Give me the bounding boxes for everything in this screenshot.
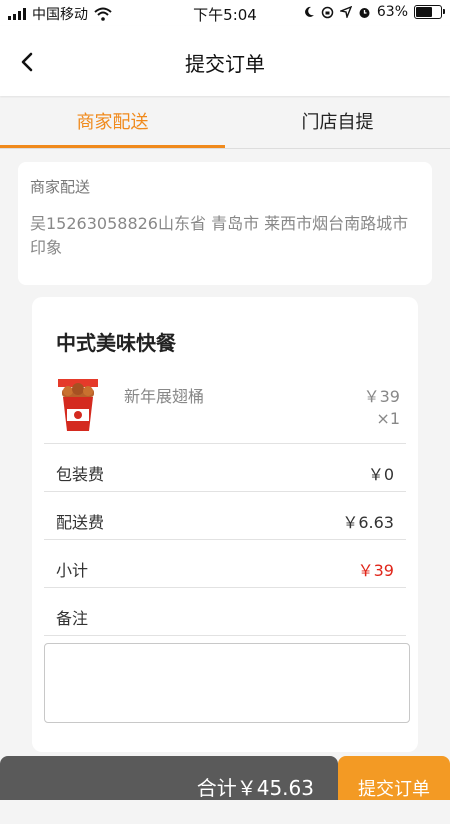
nav-header: 提交订单: [0, 26, 450, 96]
row-value: ￥0: [367, 465, 394, 484]
note-row: 备注: [44, 591, 406, 639]
divider: [44, 539, 406, 540]
page-title: 提交订单: [185, 52, 265, 76]
moon-icon: [304, 6, 314, 17]
product-quantity: ×1: [376, 409, 400, 428]
subtotal-value: ￥39: [357, 561, 394, 580]
product-item: 新年展翅桶 ￥39 ×1: [44, 367, 406, 439]
product-image: [58, 379, 98, 431]
order-card: 中式美味快餐 新年展翅桶 ￥39 ×1 包装费 ￥0 配送费 ￥6.63 小计 …: [32, 297, 418, 752]
note-input[interactable]: [44, 643, 410, 723]
delivery-mode-label: 商家配送: [30, 178, 91, 196]
tabs-divider: [0, 148, 450, 149]
submit-order-button[interactable]: 提交订单: [338, 756, 450, 800]
delivery-tabs: 商家配送 门店自提: [0, 98, 450, 148]
row-value: ￥6.63: [342, 513, 394, 532]
rotation-lock-icon: [321, 6, 334, 18]
order-total: 合计￥45.63: [196, 776, 314, 800]
battery-icon: [414, 5, 445, 19]
row-label: 小计: [56, 561, 89, 580]
bottom-bar: 合计￥45.63 提交订单: [0, 756, 450, 800]
product-name: 新年展翅桶: [124, 387, 205, 406]
shop-name: 中式美味快餐: [56, 331, 176, 355]
packaging-fee-row: 包装费 ￥0: [44, 447, 406, 495]
delivery-fee-row: 配送费 ￥6.63: [44, 495, 406, 543]
row-label: 配送费: [56, 513, 105, 532]
delivery-address: 吴15263058826山东省 青岛市 莱西市烟台南路城市印象: [30, 214, 409, 257]
subtotal-row: 小计 ￥39: [44, 543, 406, 591]
status-bar: 中国移动 下午5:04 63%: [0, 0, 450, 26]
alarm-icon: [359, 7, 370, 18]
address-card[interactable]: 商家配送 吴15263058826山东省 青岛市 莱西市烟台南路城市印象: [18, 162, 432, 285]
divider: [44, 491, 406, 492]
divider: [44, 443, 406, 444]
divider: [44, 587, 406, 588]
tab-merchant-delivery[interactable]: 商家配送: [0, 98, 225, 148]
location-icon: [339, 6, 352, 18]
divider: [44, 635, 406, 636]
battery-percent: 63%: [376, 4, 408, 20]
total-bar: 合计￥45.63: [0, 756, 338, 800]
tab-store-pickup[interactable]: 门店自提: [225, 98, 450, 148]
row-label: 包装费: [56, 465, 105, 484]
product-price: ￥39: [363, 387, 400, 406]
note-label: 备注: [56, 609, 89, 628]
